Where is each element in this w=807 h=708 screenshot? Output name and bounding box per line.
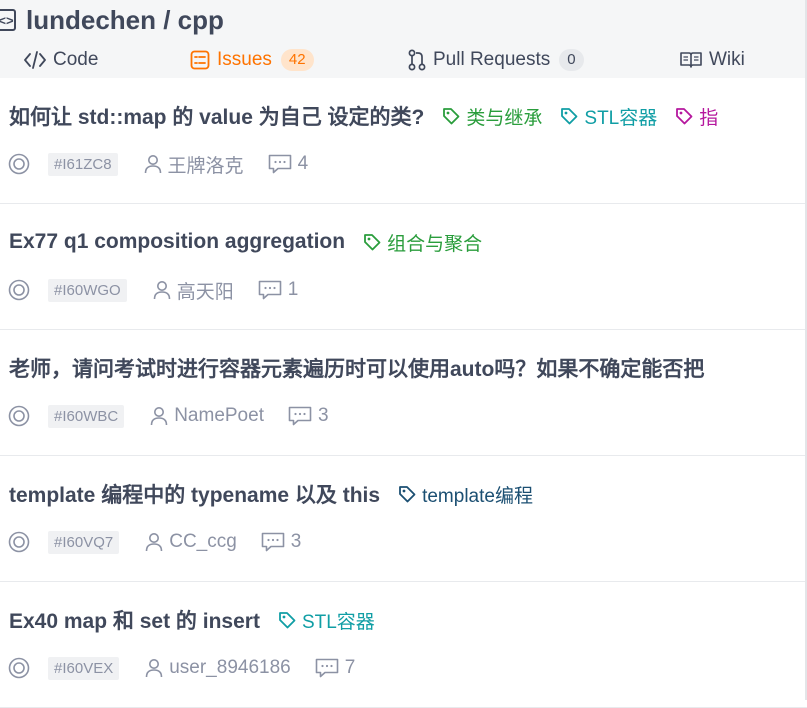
issue-comment-count: 3 [317,405,329,426]
comment-icon [261,532,291,552]
issue-list: 如何让 std::map 的 value 为自己 设定的类? 类与继承 STL容器指… [0,78,807,708]
issue-comments[interactable]: 3 [288,405,329,427]
open-status-icon [8,405,48,427]
issue-author[interactable]: user_8946186 [145,657,291,679]
issue-meta: #I61ZC8 王牌洛克 4 [8,150,308,178]
repository-icon: <> [0,9,16,31]
issue-label-text: 组合与聚合 [387,233,483,255]
issue-comment-count: 3 [290,531,302,552]
issue-title[interactable]: 如何让 std::map 的 value 为自己 设定的类? [9,101,424,131]
tab-pull-requests-label: Pull Requests [433,49,551,70]
repo-tabs: Code Issues 42 Pull Requests 0 Wiki [0,42,807,78]
comment-icon [288,406,318,426]
tag-icon [398,485,422,503]
tag-icon [675,107,699,125]
issue-id[interactable]: #I61ZC8 [48,152,118,176]
issue-meta: #I60WBC NamePoet 3 [8,402,329,430]
user-icon [150,406,174,426]
pull-requests-count-badge: 0 [559,49,584,71]
user-icon [145,658,169,678]
issue-author-name: NamePoet [174,405,264,426]
issue-author[interactable]: 高天阳 [153,277,234,304]
issue-meta: #I60VQ7 CC_ccg 3 [8,528,301,556]
issue-comment-count: 4 [297,153,309,174]
issue-author-name: user_8946186 [169,657,291,678]
issue-meta: #I60VEX user_8946186 7 [8,654,355,682]
issue-title[interactable]: template 编程中的 typename 以及 this [9,479,380,509]
open-status-icon [8,153,48,175]
issue-comments[interactable]: 4 [268,153,309,175]
issue-title[interactable]: 老师，请问考试时进行容器元素遍历时可以使用auto吗？如果不确定能否把 [9,353,704,383]
issue-id[interactable]: #I60WBC [48,404,125,428]
tag-icon [278,611,302,629]
issue-row[interactable]: 如何让 std::map 的 value 为自己 设定的类? 类与继承 STL容器 指… [0,78,807,204]
issue-comment-count: 1 [287,279,299,300]
issue-label-text: STL容器 [584,107,658,129]
issue-author[interactable]: 王牌洛克 [144,151,244,178]
comment-icon [258,280,288,300]
issue-row[interactable]: Ex77 q1 composition aggregation 组合与聚合 #I60… [0,204,807,330]
user-icon [145,532,169,552]
issue-comments[interactable]: 7 [315,657,356,679]
repo-title[interactable]: <> lundechen / cpp [0,3,224,37]
issues-count-badge: 42 [280,49,314,71]
comment-icon [315,658,345,678]
issues-icon [190,50,210,70]
issue-label[interactable]: 指 [675,103,718,130]
issue-id[interactable]: #I60VQ7 [48,530,120,554]
issue-id[interactable]: #I60VEX [48,656,120,680]
issue-author-name: 高天阳 [176,281,234,303]
tab-issues[interactable]: Issues 42 [190,42,314,78]
issue-title-row: Ex40 map 和 set 的 insert STL容器 [9,604,375,636]
tag-icon [560,107,584,125]
issue-label-text: 类与继承 [466,107,543,129]
issue-author[interactable]: NamePoet [150,405,264,427]
user-icon [144,154,168,174]
issue-label[interactable]: 类与继承 [442,103,542,130]
issue-author-name: 王牌洛克 [167,155,244,177]
tab-issues-label: Issues [217,49,272,70]
pull-request-icon [408,49,426,71]
issue-title-row: template 编程中的 typename 以及 this template编程 [9,478,533,510]
tab-code[interactable]: Code [24,42,98,78]
issue-title[interactable]: Ex77 q1 composition aggregation [9,230,345,254]
user-icon [153,280,177,300]
issue-comment-count: 7 [344,657,356,678]
tab-wiki[interactable]: Wiki [680,42,745,78]
issue-title-row: 如何让 std::map 的 value 为自己 设定的类? 类与继承 STL容器 指 [9,100,718,132]
issue-comments[interactable]: 3 [261,531,302,553]
issue-label[interactable]: STL容器 [278,607,375,634]
open-status-icon [8,279,48,301]
issue-label[interactable]: template编程 [398,481,533,508]
issue-title[interactable]: Ex40 map 和 set 的 insert [9,605,260,635]
open-status-icon [8,657,48,679]
open-status-icon [8,531,48,553]
issue-author[interactable]: CC_ccg [145,531,237,553]
issue-author-name: CC_ccg [169,531,237,552]
issue-row[interactable]: 老师，请问考试时进行容器元素遍历时可以使用auto吗？如果不确定能否把 #I60W… [0,330,807,456]
issue-title-row: 老师，请问考试时进行容器元素遍历时可以使用auto吗？如果不确定能否把 [9,352,704,384]
issue-label[interactable]: 组合与聚合 [363,229,482,256]
issue-row[interactable]: template 编程中的 typename 以及 this template编程… [0,456,807,582]
issue-label-text: STL容器 [301,611,375,633]
issue-meta: #I60WGO 高天阳 1 [8,276,298,304]
tag-icon [363,233,387,251]
tab-pull-requests[interactable]: Pull Requests 0 [408,42,584,78]
code-icon [24,50,46,70]
issue-row[interactable]: Ex40 map 和 set 的 insert STL容器 #I60VEX user_… [0,582,807,708]
wiki-icon [680,51,702,69]
issue-title-row: Ex77 q1 composition aggregation 组合与聚合 [9,226,482,258]
tab-code-label: Code [53,49,99,70]
issue-label-text: 指 [699,107,719,129]
comment-icon [268,154,298,174]
issue-id[interactable]: #I60WGO [48,278,127,302]
issue-label-text: template编程 [422,485,533,507]
tag-icon [442,107,466,125]
tab-wiki-label: Wiki [709,49,745,70]
issue-comments[interactable]: 1 [258,279,299,301]
repo-name[interactable]: lundechen / cpp [26,5,224,36]
issue-label[interactable]: STL容器 [560,103,657,130]
repo-header: <> lundechen / cpp Code Issues 42 Pull R… [0,0,807,78]
